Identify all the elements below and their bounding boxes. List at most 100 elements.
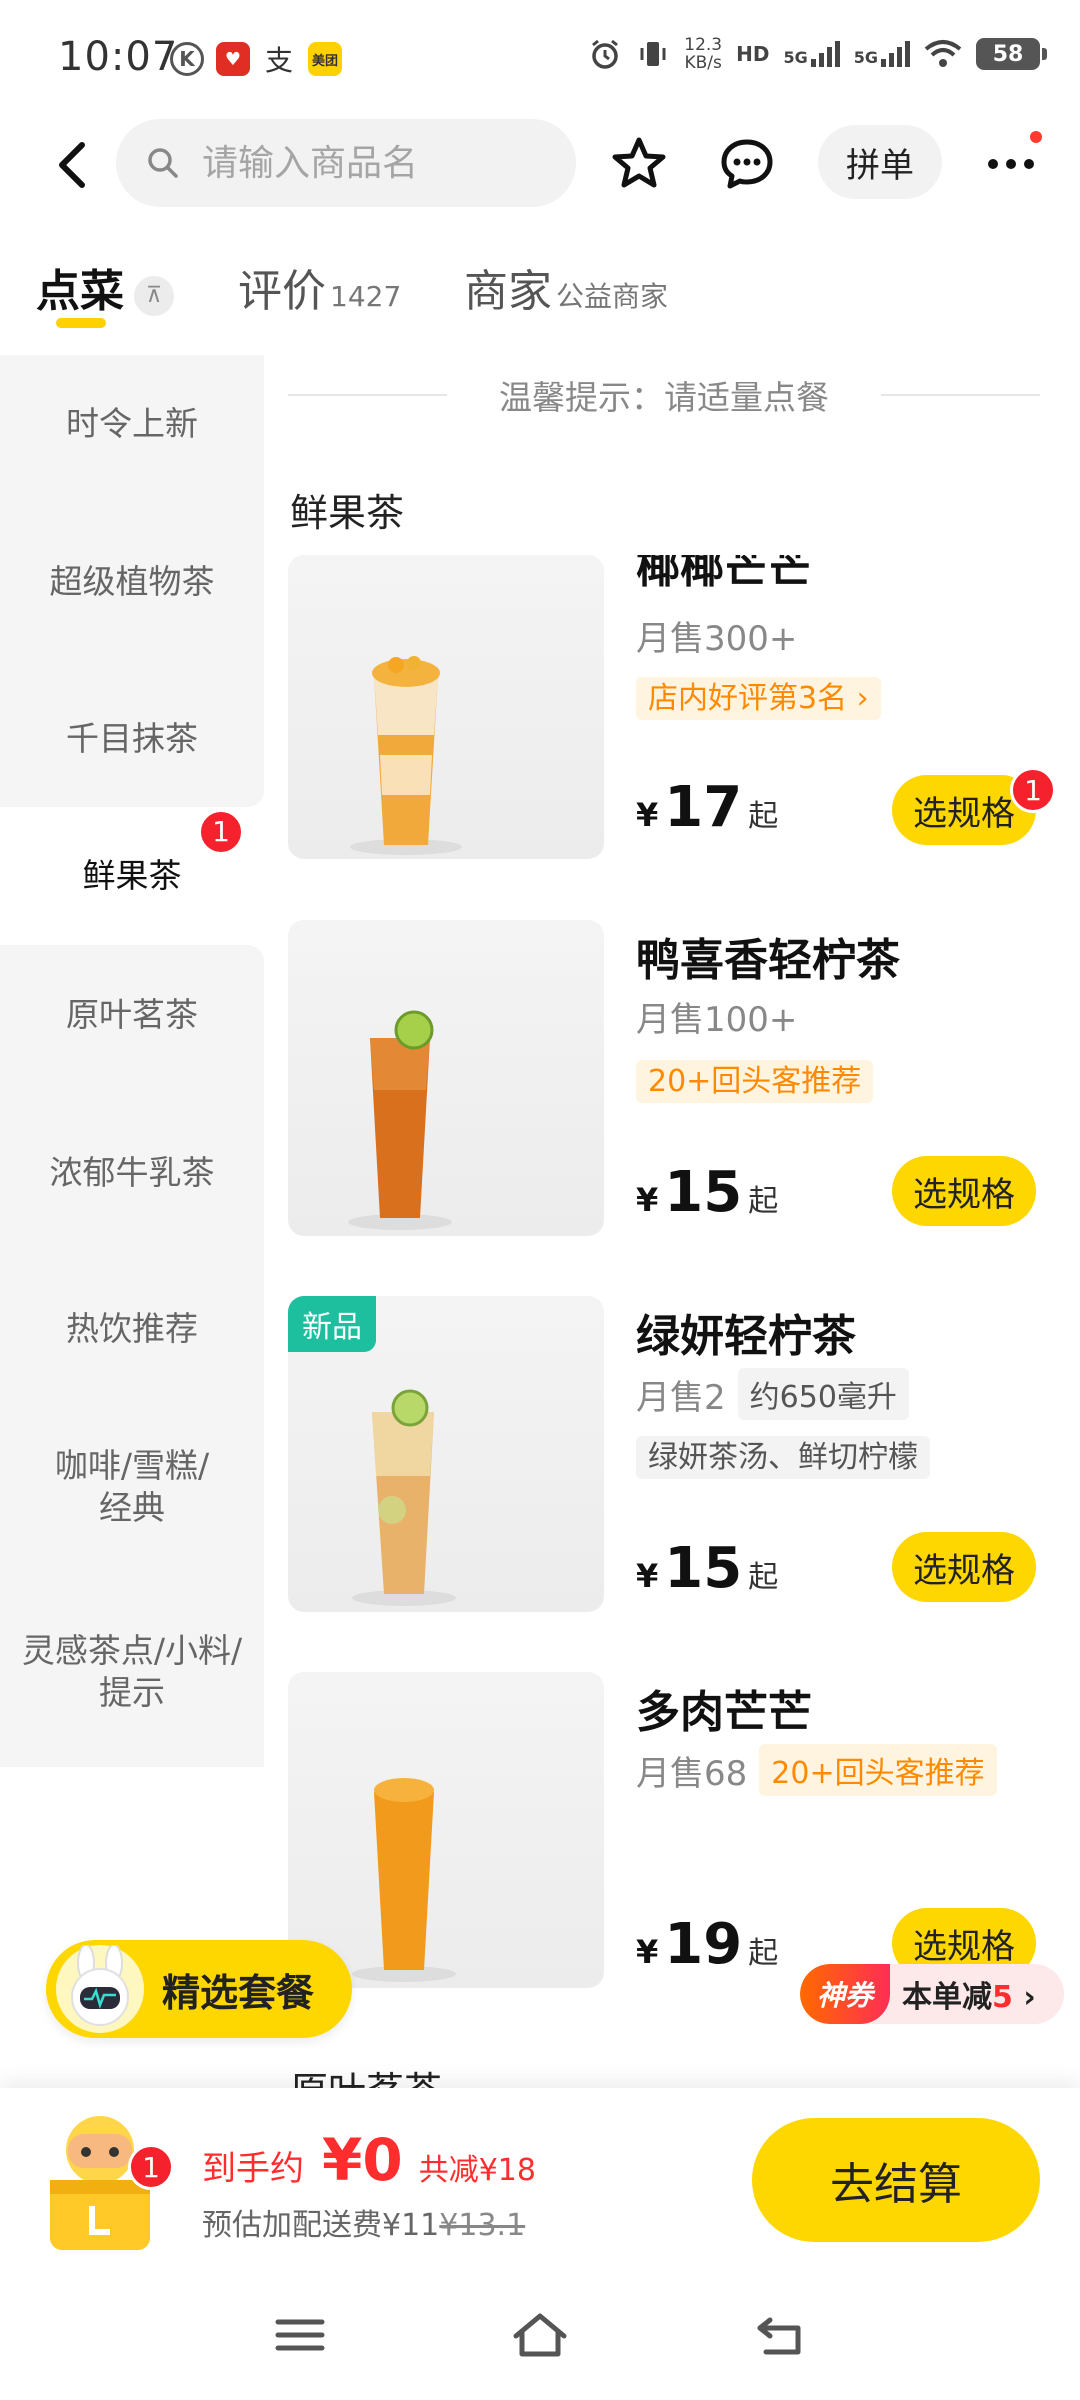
home-icon[interactable]: [510, 2310, 570, 2360]
meituan-icon: 美团: [308, 42, 342, 76]
message-button[interactable]: [712, 129, 782, 199]
wifi-icon: [924, 40, 962, 67]
divider: [881, 394, 1040, 396]
select-spec-button[interactable]: 选规格: [892, 1532, 1036, 1602]
coupon-text: 本单减5 ›: [902, 1972, 1036, 2016]
signal-2: 5G: [854, 41, 910, 67]
sidebar-item-matcha[interactable]: 千目抹茶: [0, 671, 264, 807]
product-image[interactable]: [288, 555, 604, 859]
tab-reviews-label: 评价: [238, 266, 326, 317]
new-product-tag: 新品: [288, 1296, 376, 1352]
group-order-button[interactable]: 拼单: [818, 125, 942, 199]
product-meta: 月售2 约650毫升: [636, 1368, 909, 1420]
coupon-amount: 5: [992, 1980, 1013, 2015]
more-icon: [988, 159, 1034, 169]
drink-cup-image: [348, 1010, 452, 1230]
tab-merchant-sub: 公益商家: [556, 280, 669, 313]
total-label: 到手约: [202, 2149, 304, 2189]
product-tag-row[interactable]: 店内好评第3名 ›: [636, 673, 881, 720]
star-icon: [612, 137, 666, 188]
combo-set-button[interactable]: 精选套餐: [46, 1940, 352, 2038]
product-image[interactable]: [288, 1672, 604, 1988]
tab-merchant[interactable]: 商家 公益商家: [464, 255, 668, 319]
checkout-button[interactable]: 去结算: [752, 2118, 1040, 2242]
menu-icon[interactable]: [270, 2310, 330, 2360]
back-icon[interactable]: [752, 2310, 812, 2360]
sidebar-item-milk-tea[interactable]: 浓郁牛乳茶: [0, 1085, 264, 1261]
drink-cup-image: [352, 1778, 456, 1982]
active-tab-indicator: [56, 318, 106, 328]
select-spec-button[interactable]: 选规格: [892, 1156, 1036, 1226]
sidebar-item-label: 热饮推荐: [66, 1309, 198, 1348]
sidebar-item-coffee[interactable]: 咖啡/雪糕/经典: [0, 1397, 264, 1577]
product-card[interactable]: 椰椰芒芒 月售300+ 店内好评第3名 › ¥ 17 起 选规格: [288, 555, 1058, 860]
sim1-label: 5G: [783, 48, 808, 67]
cart-count-badge: 1: [1010, 767, 1056, 813]
chevron-right-icon: ›: [856, 681, 869, 716]
tab-reviews[interactable]: 评价 1427: [238, 255, 401, 319]
ranking-tag[interactable]: 店内好评第3名 ›: [636, 677, 881, 720]
bunny-robot-icon: [56, 1944, 144, 2033]
status-bar: 10:07 K ♥ 支 美团 12.3 KB/s HD 5G 5G 58: [0, 0, 1080, 110]
chevron-right-icon: ›: [1023, 1980, 1036, 2015]
net-speed-value: 12.3: [684, 35, 723, 55]
product-name: 绿妍轻柠茶: [636, 1311, 856, 1362]
price-currency: ¥: [636, 1557, 659, 1595]
sidebar-item-plant-tea[interactable]: 超级植物茶: [0, 493, 264, 671]
price-value: 17: [664, 775, 743, 840]
sidebar-item-label: 超级植物茶: [49, 562, 215, 601]
price-value: 19: [664, 1912, 743, 1977]
repeat-customer-tag: 20+回头客推荐: [759, 1744, 997, 1796]
sidebar-item-label: 原叶茗茶: [66, 995, 198, 1034]
sidebar-item-label: 灵感茶点/小料/提示: [21, 1631, 243, 1712]
monthly-sales: 月售68: [636, 1753, 748, 1794]
search-input[interactable]: [202, 142, 532, 184]
coupon-prefix: 本单减: [902, 1980, 992, 2015]
back-arrow-icon[interactable]: [44, 135, 104, 195]
chat-icon: [721, 139, 773, 189]
sidebar-item-fruit-tea[interactable]: 鲜果茶 1: [0, 807, 264, 945]
k-icon: K: [170, 42, 204, 76]
sidebar-item-leaf-tea[interactable]: 原叶茗茶: [0, 945, 264, 1085]
monthly-sales: 月售100+: [636, 1000, 798, 1040]
product-card[interactable]: 鸭喜香轻柠茶 月售100+ 20+回头客推荐 ¥ 15 起 选规格: [288, 920, 1058, 1240]
price-suffix: 起: [748, 799, 779, 834]
product-card[interactable]: 多肉芒芒 月售68 20+回头客推荐 ¥ 19 起 选规格: [288, 1672, 1058, 1992]
tip-row: 温馨提示：请适量点餐: [288, 370, 1040, 420]
search-bar[interactable]: [116, 119, 576, 207]
cart-total: 到手约 ¥0 共减¥18: [202, 2126, 536, 2194]
top-nav: 拼单: [0, 115, 1080, 215]
coupon-tag: 神券: [800, 1964, 890, 2024]
search-icon: [148, 148, 178, 178]
sidebar-item-seasonal[interactable]: 时令上新: [0, 355, 264, 493]
sidebar-item-snacks[interactable]: 灵感茶点/小料/提示: [0, 1577, 264, 1767]
volume-tag: 约650毫升: [737, 1368, 909, 1420]
signal-1: 5G: [783, 41, 840, 67]
product-name: 椰椰芒芒: [636, 555, 812, 593]
ranking-tag-label: 店内好评第3名: [648, 681, 848, 716]
sidebar-item-label: 浓郁牛乳茶: [49, 1153, 215, 1192]
price-value: 15: [664, 1160, 743, 1225]
hd-indicator: HD: [736, 42, 770, 66]
notification-icons: K ♥ 支 美团: [170, 42, 342, 77]
pin-top-icon[interactable]: ⊼: [134, 275, 174, 316]
delivery-fee: 预估加配送费¥11¥13.1: [202, 2200, 525, 2244]
product-tag-row: 绿妍茶汤、鲜切柠檬: [636, 1432, 930, 1479]
drink-cup-image: [350, 656, 462, 855]
sim2-label: 5G: [853, 48, 878, 67]
product-image[interactable]: [288, 920, 604, 1236]
combo-set-label: 精选套餐: [162, 1970, 315, 2015]
tab-merchant-label: 商家: [464, 266, 552, 317]
favorite-button[interactable]: [604, 129, 674, 199]
sidebar-item-hot-drinks[interactable]: 热饮推荐: [0, 1261, 264, 1397]
product-card[interactable]: 新品 绿妍轻柠茶 月售2 约650毫升 绿妍茶汤、鲜切柠檬 ¥ 15 起 选规格: [288, 1296, 1058, 1616]
price-currency: ¥: [636, 1933, 659, 1971]
product-image[interactable]: 新品: [288, 1296, 604, 1612]
signal-icon: [881, 41, 910, 67]
tab-order[interactable]: 点菜 ⊼: [36, 255, 174, 320]
product-price: ¥ 17 起: [636, 775, 778, 840]
coupon-banner[interactable]: 神券 本单减5 ›: [800, 1964, 1064, 2024]
tip-text: 温馨提示：请适量点餐: [499, 378, 829, 417]
cart-count-badge: 1: [128, 2144, 174, 2190]
cart-bar: 1 到手约 ¥0 共减¥18 预估加配送费¥11¥13.1 去结算: [0, 2088, 1080, 2268]
